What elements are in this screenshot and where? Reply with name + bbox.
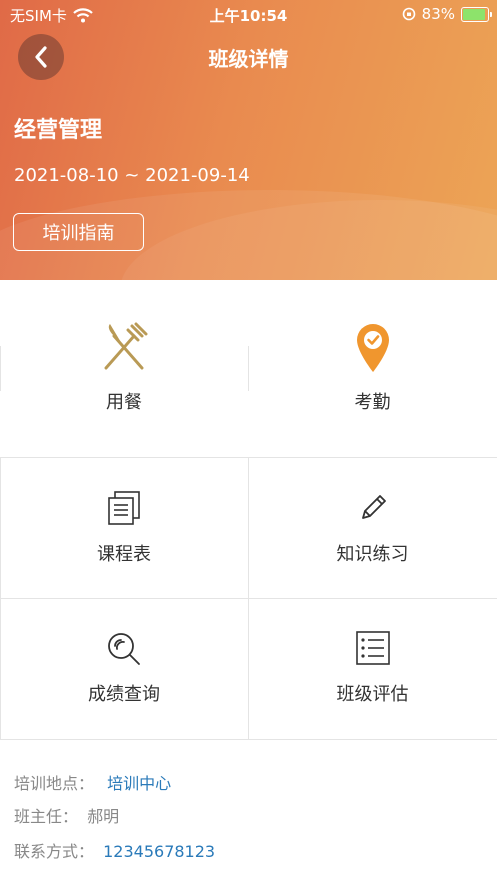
pencil-icon <box>361 495 386 519</box>
class-dates: 2021-08-10 ~ 2021-09-14 <box>14 165 250 186</box>
battery-percent: 83% <box>421 5 455 23</box>
head-teacher-label: 班主任： <box>14 807 79 826</box>
page-title: 班级详情 <box>208 47 289 71</box>
grades-item[interactable]: 成绩查询 <box>0 630 248 706</box>
training-guide-button[interactable]: 培训指南 <box>13 213 144 251</box>
magnifier-icon <box>108 633 140 665</box>
divider <box>0 739 497 740</box>
fork-knife-icon <box>104 322 148 370</box>
document-stack-icon <box>108 491 140 525</box>
attendance-item[interactable]: 考勤 <box>248 322 497 414</box>
class-header: 无SIM卡 上午10:54 83% 班级详情 经营管理 2021-08-10 ~… <box>0 0 497 280</box>
class-name: 经营管理 <box>14 118 103 143</box>
practice-item[interactable]: 知识练习 <box>248 490 497 566</box>
dining-label: 用餐 <box>106 392 142 413</box>
evaluation-item[interactable]: 班级评估 <box>248 630 497 706</box>
evaluation-label: 班级评估 <box>336 684 409 705</box>
location-label: 培训地点： <box>14 774 95 793</box>
schedule-label: 课程表 <box>97 544 151 565</box>
contact-label: 联系方式： <box>14 842 95 861</box>
practice-label: 知识练习 <box>336 544 409 565</box>
contact-phone-link[interactable]: 12345678123 <box>103 842 215 861</box>
location-link[interactable]: 培训中心 <box>107 774 171 793</box>
battery-icon <box>461 6 492 22</box>
location-check-icon <box>356 324 389 372</box>
orientation-lock-icon <box>402 7 415 21</box>
location-row: 培训地点： 培训中心 <box>14 770 171 794</box>
schedule-item[interactable]: 课程表 <box>0 490 248 566</box>
status-bar: 无SIM卡 上午10:54 83% <box>0 0 497 28</box>
dining-item[interactable]: 用餐 <box>0 322 248 414</box>
contact-row: 联系方式： 12345678123 <box>14 838 215 862</box>
attendance-label: 考勤 <box>354 392 391 413</box>
head-teacher-value: 郝明 <box>87 807 120 826</box>
grades-label: 成绩查询 <box>88 684 160 705</box>
head-teacher-row: 班主任： 郝明 <box>14 803 119 827</box>
checklist-icon <box>355 631 390 665</box>
